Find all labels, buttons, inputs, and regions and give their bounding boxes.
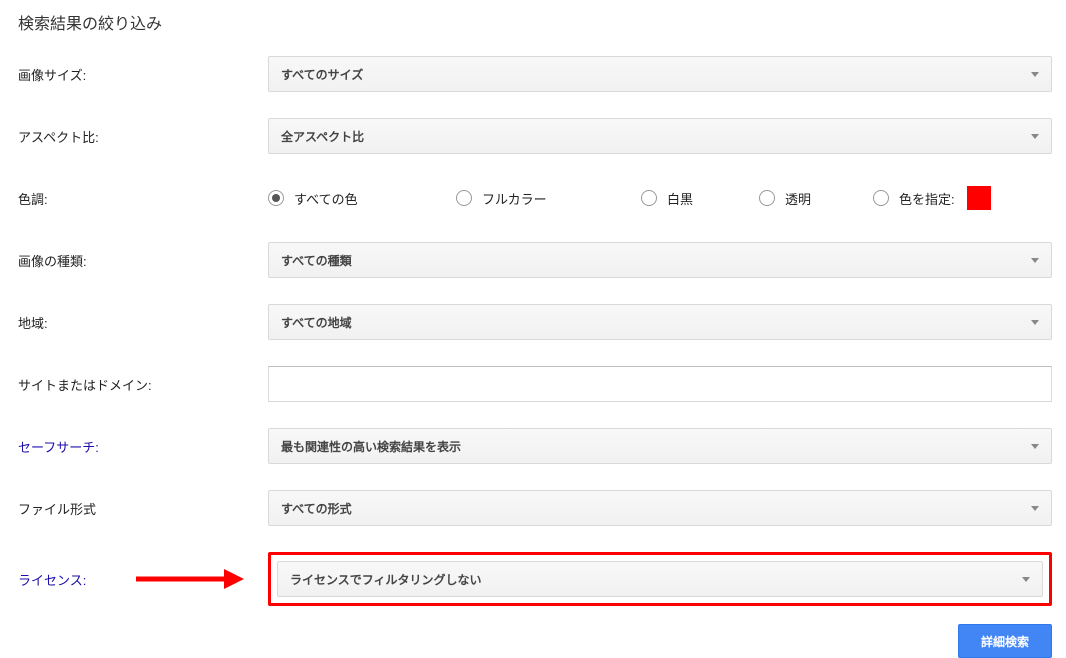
label-region: 地域: <box>18 313 268 332</box>
row-filetype: ファイル形式 すべての形式 <box>18 490 1052 526</box>
radio-color-specify[interactable]: 色を指定: <box>873 186 991 210</box>
dropdown-region[interactable]: すべての地域 <box>268 304 1052 340</box>
dropdown-image-type-value: すべての種類 <box>281 252 352 269</box>
dropdown-image-size-value: すべてのサイズ <box>281 66 363 83</box>
radio-color-transparent[interactable]: 透明 <box>759 189 873 208</box>
label-image-size: 画像サイズ: <box>18 65 268 84</box>
dropdown-safesearch-value: 最も関連性の高い検索結果を表示 <box>281 438 461 455</box>
radio-color-all-label: すべての色 <box>294 189 358 208</box>
annotation-arrow-icon <box>136 567 246 591</box>
radio-color-bw[interactable]: 白黒 <box>641 189 759 208</box>
radio-color-full-label: フルカラー <box>482 189 547 208</box>
radio-icon <box>873 190 889 206</box>
dropdown-image-type[interactable]: すべての種類 <box>268 242 1052 278</box>
dropdown-aspect-ratio[interactable]: 全アスペクト比 <box>268 118 1052 154</box>
dropdown-license-value: ライセンスでフィルタリングしない <box>290 571 482 588</box>
dropdown-filetype[interactable]: すべての形式 <box>268 490 1052 526</box>
dropdown-image-size[interactable]: すべてのサイズ <box>268 56 1052 92</box>
radio-group-color: すべての色 フルカラー 白黒 透明 色を指定: <box>268 186 1052 210</box>
row-region: 地域: すべての地域 <box>18 304 1052 340</box>
label-license[interactable]: ライセンス: <box>18 570 86 589</box>
row-color: 色調: すべての色 フルカラー 白黒 透明 色を指定: <box>18 180 1052 216</box>
row-safesearch: セーフサーチ: 最も関連性の高い検索結果を表示 <box>18 428 1052 464</box>
row-image-type: 画像の種類: すべての種類 <box>18 242 1052 278</box>
annotation-highlight-box: ライセンスでフィルタリングしない <box>268 552 1052 606</box>
radio-color-bw-label: 白黒 <box>667 189 693 208</box>
dropdown-filetype-value: すべての形式 <box>281 500 352 517</box>
row-license: ライセンス: ライセンスでフィルタリングしない <box>18 552 1052 606</box>
radio-icon <box>641 190 657 206</box>
radio-color-specify-label: 色を指定: <box>899 189 955 208</box>
row-aspect-ratio: アスペクト比: 全アスペクト比 <box>18 118 1052 154</box>
dropdown-license[interactable]: ライセンスでフィルタリングしない <box>277 561 1043 597</box>
label-image-type: 画像の種類: <box>18 251 268 270</box>
radio-icon <box>456 190 472 206</box>
radio-color-transparent-label: 透明 <box>785 189 811 208</box>
dropdown-aspect-ratio-value: 全アスペクト比 <box>281 128 364 145</box>
radio-icon <box>759 190 775 206</box>
row-image-size: 画像サイズ: すべてのサイズ <box>18 56 1052 92</box>
dropdown-region-value: すべての地域 <box>281 314 352 331</box>
label-filetype: ファイル形式 <box>18 499 268 518</box>
label-safesearch[interactable]: セーフサーチ: <box>18 437 268 456</box>
dropdown-safesearch[interactable]: 最も関連性の高い検索結果を表示 <box>268 428 1052 464</box>
radio-color-all[interactable]: すべての色 <box>268 189 456 208</box>
row-site: サイトまたはドメイン: <box>18 366 1052 402</box>
section-heading: 検索結果の絞り込み <box>18 10 1052 34</box>
input-site-domain[interactable] <box>268 366 1052 402</box>
button-row: 詳細検索 <box>18 624 1052 658</box>
radio-icon <box>268 190 284 206</box>
label-site: サイトまたはドメイン: <box>18 375 268 394</box>
label-color: 色調: <box>18 189 268 208</box>
radio-color-full[interactable]: フルカラー <box>456 189 641 208</box>
advanced-search-button[interactable]: 詳細検索 <box>958 624 1052 658</box>
label-aspect-ratio: アスペクト比: <box>18 127 268 146</box>
color-swatch[interactable] <box>967 186 991 210</box>
